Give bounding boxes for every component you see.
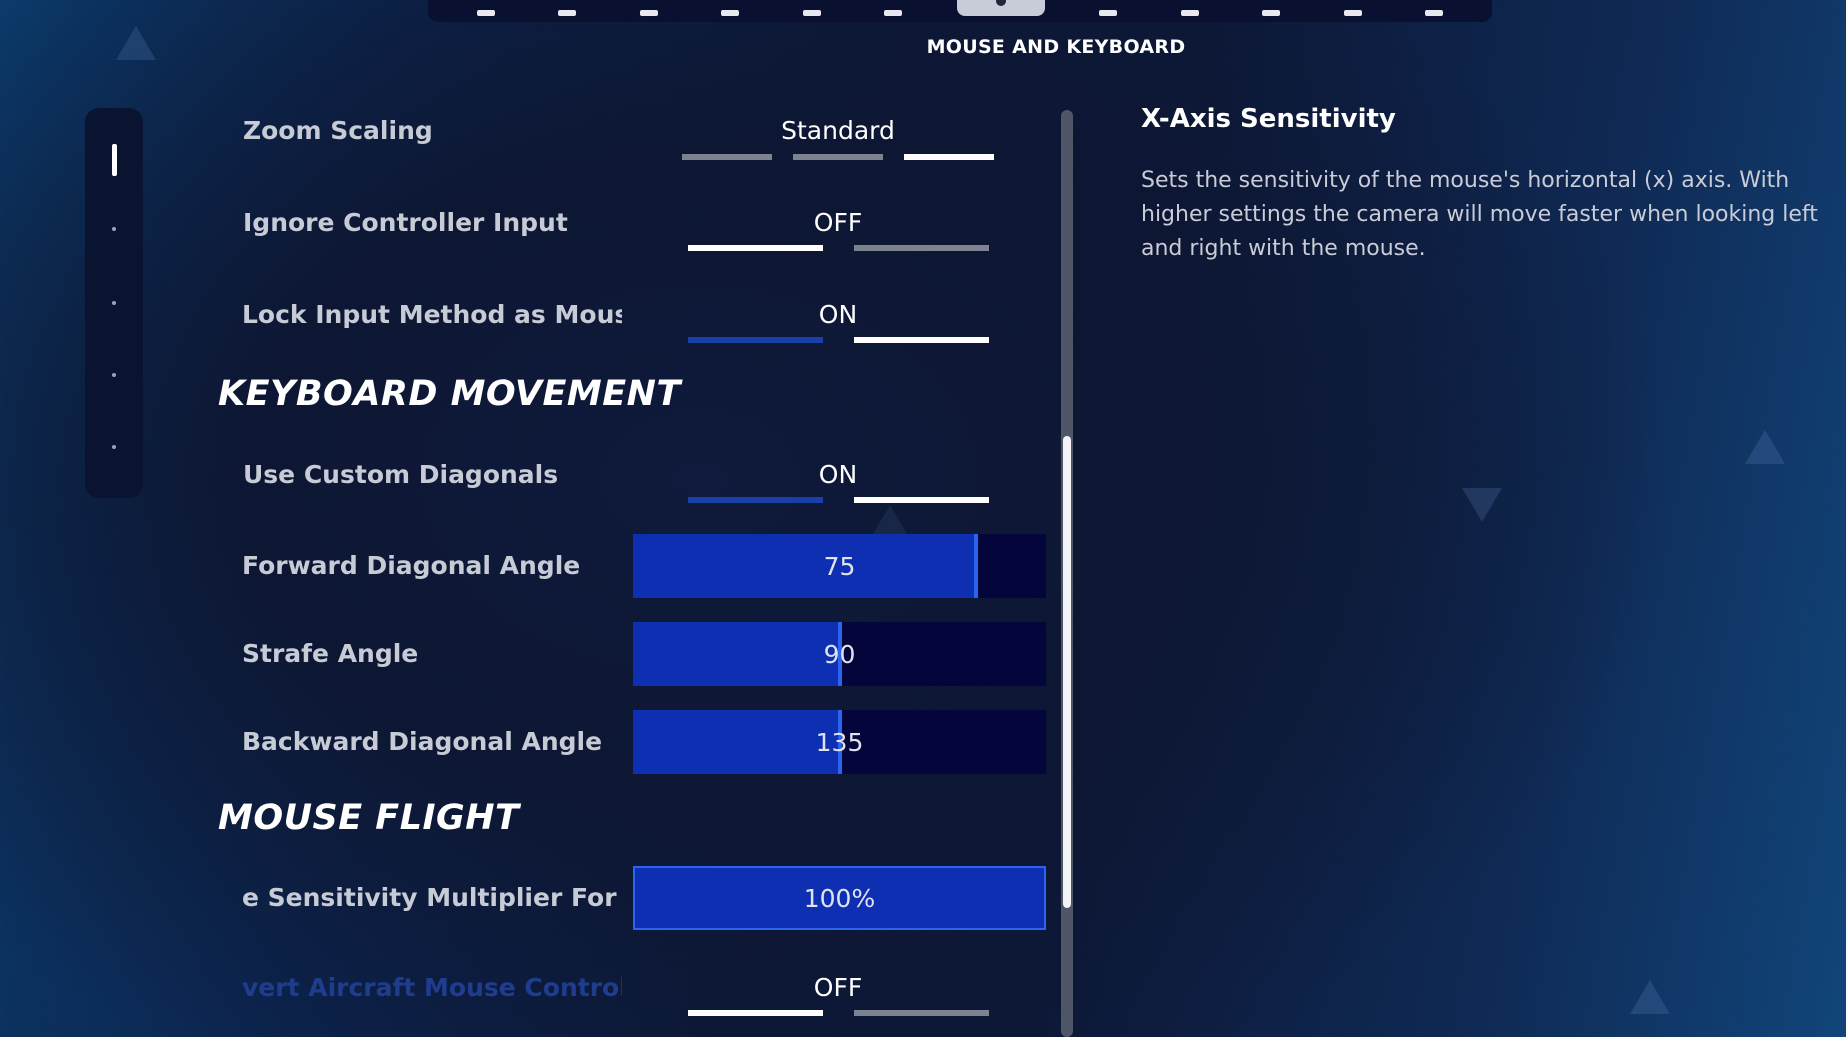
zoom-scaling-label: Zoom Scaling (243, 116, 433, 145)
lock-input-on-segment[interactable] (854, 337, 989, 343)
zoom-scaling-segment[interactable] (793, 154, 883, 160)
brightness-icon[interactable] (549, 0, 585, 16)
top-nav-bar (428, 0, 1492, 22)
controller-icon[interactable] (712, 0, 748, 16)
user-icon[interactable] (468, 0, 504, 16)
slider-value: 135 (815, 727, 864, 757)
settings-icon[interactable] (1416, 0, 1452, 16)
rail-marker[interactable] (112, 445, 116, 449)
mouse-icon[interactable] (875, 0, 911, 16)
backward-diagonal-angle-slider[interactable]: 135 (633, 710, 1046, 774)
rail-marker[interactable] (112, 301, 116, 305)
slider-value: 90 (823, 639, 856, 669)
page-title: MOUSE AND KEYBOARD (926, 36, 1186, 58)
ignore-controller-input-value[interactable]: OFF (688, 208, 988, 237)
invert-aircraft-label: vert Aircraft Mouse Controls (242, 973, 622, 1002)
accessibility-icon[interactable] (1253, 0, 1289, 16)
invert-aircraft-value[interactable]: OFF (688, 973, 988, 1002)
rail-marker-current[interactable] (112, 144, 117, 176)
keyboard-icon[interactable] (956, 0, 1045, 16)
lock-input-method-value[interactable]: ON (688, 300, 988, 329)
slider-value: 75 (823, 551, 856, 581)
scrollbar-thumb[interactable] (1063, 436, 1071, 908)
description-title: X-Axis Sensitivity (1141, 104, 1396, 134)
mouse-flight-heading: MOUSE FLIGHT (218, 798, 520, 838)
strafe-angle-slider[interactable]: 90 (633, 622, 1046, 686)
ignore-controller-off-segment[interactable] (688, 245, 823, 251)
background-triangle (1745, 430, 1785, 464)
forward-diagonal-angle-label: Forward Diagonal Angle (242, 551, 581, 580)
network-icon[interactable] (1172, 0, 1208, 16)
backward-diagonal-angle-label: Backward Diagonal Angle (242, 727, 603, 756)
sensitivity-multiplier-slider[interactable]: 100% (633, 866, 1046, 930)
gamepad-icon[interactable] (1090, 0, 1126, 16)
display-icon[interactable] (794, 0, 830, 16)
lock-input-off-segment[interactable] (688, 337, 823, 343)
use-custom-diagonals-value[interactable]: ON (688, 460, 988, 489)
invert-aircraft-off-segment[interactable] (688, 1010, 823, 1016)
invert-aircraft-on-segment[interactable] (854, 1010, 989, 1016)
use-custom-diagonals-label: Use Custom Diagonals (243, 460, 559, 489)
ignore-controller-on-segment[interactable] (854, 245, 989, 251)
background-triangle (1462, 488, 1502, 522)
section-rail[interactable] (85, 108, 143, 498)
background-triangle (1630, 980, 1670, 1014)
zoom-scaling-segment[interactable] (682, 154, 772, 160)
description-body: Sets the sensitivity of the mouse's hori… (1141, 168, 1818, 261)
zoom-scaling-value[interactable]: Standard (680, 116, 996, 145)
slider-value: 100% (803, 883, 876, 913)
lock-input-method-label: Lock Input Method as Mouse (242, 300, 622, 329)
custom-diagonals-off-segment[interactable] (688, 497, 823, 503)
account-icon[interactable] (1335, 0, 1371, 16)
rail-marker[interactable] (112, 373, 116, 377)
zoom-scaling-segment-selected[interactable] (904, 154, 994, 160)
grid-icon[interactable] (631, 0, 667, 16)
custom-diagonals-on-segment[interactable] (854, 497, 989, 503)
sensitivity-multiplier-label: e Sensitivity Multiplier For Ai (242, 883, 622, 912)
rail-marker[interactable] (112, 227, 116, 231)
ignore-controller-input-label: Ignore Controller Input (243, 208, 568, 237)
forward-diagonal-angle-slider[interactable]: 75 (633, 534, 1046, 598)
strafe-angle-label: Strafe Angle (242, 639, 419, 668)
keyboard-movement-heading: KEYBOARD MOVEMENT (218, 374, 681, 414)
